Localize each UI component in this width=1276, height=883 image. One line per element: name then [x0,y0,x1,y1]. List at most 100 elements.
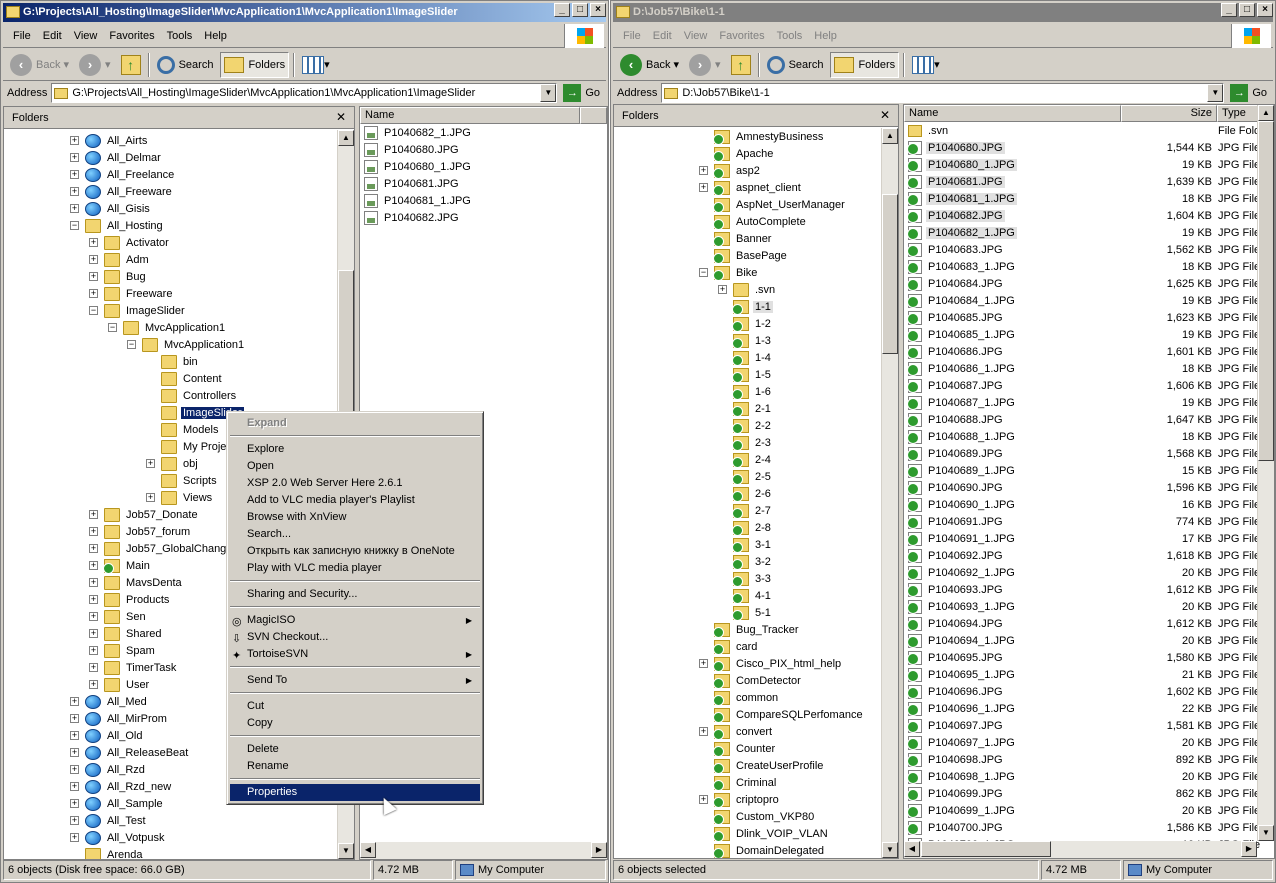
expand-icon[interactable]: + [70,136,79,145]
menu-item-svn-checkout[interactable]: ⇩ SVN Checkout... [230,629,480,646]
menu-item-search[interactable]: Search... [230,526,480,543]
tree-item[interactable]: + Activator [4,234,337,251]
hscroll-thumb[interactable] [921,841,1051,857]
back-button[interactable]: ‹ Back ▾ [617,52,682,78]
tree-item[interactable]: DomainDelegated [614,842,881,858]
expand-icon[interactable]: + [70,833,79,842]
list-item[interactable]: .svn File Folder [904,122,1270,139]
menu-edit[interactable]: Edit [647,30,678,42]
tree-item[interactable]: + All_Freeware [4,183,337,200]
expand-icon[interactable]: + [89,663,98,672]
expand-icon[interactable]: + [89,289,98,298]
horizontal-scrollbar[interactable]: ◀ ▶ [360,842,607,859]
list-item[interactable]: P1040686.JPG 1,601 KB JPG File [904,343,1260,360]
folders-button[interactable]: Folders [830,51,900,78]
tree-item[interactable]: 1-1 [614,298,881,315]
scroll-up-button[interactable]: ▲ [338,130,354,146]
menu-item-copy[interactable]: Copy [230,715,480,732]
menu-item-sharing-and-security[interactable]: Sharing and Security... [230,586,480,603]
expand-icon[interactable]: + [89,272,98,281]
up-button[interactable]: ↑ [118,52,144,78]
tree-item[interactable]: 2-1 [614,400,881,417]
tree-item[interactable]: + All_Airts [4,132,337,149]
list-item[interactable]: P1040691_1.JPG 17 KB JPG File [904,530,1260,547]
tree-item[interactable]: + All_Delmar [4,149,337,166]
scroll-right-button[interactable]: ▶ [591,842,607,858]
scroll-up-button[interactable]: ▲ [1258,105,1274,121]
list-item[interactable]: P1040684.JPG 1,625 KB JPG File [904,275,1260,292]
tree-item[interactable]: − MvcApplication1 [4,319,337,336]
list-item[interactable]: P1040683_1.JPG 18 KB JPG File [904,258,1260,275]
list-item[interactable]: P1040693.JPG 1,612 KB JPG File [904,581,1260,598]
tree-item[interactable]: + aspnet_client [614,179,881,196]
scroll-thumb[interactable] [882,194,898,354]
list-item[interactable]: P1040685.JPG 1,623 KB JPG File [904,309,1260,326]
menu-item-properties[interactable]: Properties [230,784,480,801]
tree-item[interactable]: + Adm [4,251,337,268]
expand-icon[interactable]: + [70,782,79,791]
list-item[interactable]: P1040682.JPG 1,604 KB JPG File [904,207,1260,224]
tree-item[interactable]: 1-6 [614,383,881,400]
tree-item[interactable]: − Bike [614,264,881,281]
tree-item[interactable]: 4-1 [614,587,881,604]
list-item[interactable]: P1040688_1.JPG 18 KB JPG File [904,428,1260,445]
tree-item[interactable]: 3-3 [614,570,881,587]
title-bar[interactable]: G:\Projects\All_Hosting\ImageSlider\MvcA… [3,3,606,22]
tree-item[interactable]: 5-1 [614,604,881,621]
tree-item[interactable]: Banner [614,230,881,247]
horizontal-scrollbar[interactable]: ◀ ▶ [904,841,1257,858]
tree-item[interactable]: Counter [614,740,881,757]
menu-item-tortoisesvn[interactable]: ✦ TortoiseSVN ▶ [230,646,480,663]
tree-item[interactable]: 3-1 [614,536,881,553]
close-button[interactable]: × [590,3,606,17]
list-item[interactable]: P1040685_1.JPG 19 KB JPG File [904,326,1260,343]
expand-icon[interactable]: + [70,714,79,723]
collapse-icon[interactable]: − [699,268,708,277]
list-item[interactable]: P1040698_1.JPG 20 KB JPG File [904,768,1260,785]
menu-favorites[interactable]: Favorites [103,30,160,42]
expand-icon[interactable]: + [699,659,708,668]
expand-icon[interactable]: + [699,727,708,736]
expand-icon[interactable]: + [89,255,98,264]
tree-item[interactable]: 2-8 [614,519,881,536]
expand-icon[interactable]: + [70,731,79,740]
menu-item-send-to[interactable]: Send To ▶ [230,672,480,689]
expand-icon[interactable]: + [89,612,98,621]
list-item[interactable]: P1040682_1.JPG [360,124,473,141]
minimize-button[interactable]: _ [1221,3,1237,17]
list-item[interactable]: P1040698.JPG 892 KB JPG File [904,751,1260,768]
views-button[interactable]: ▾ [909,52,943,78]
list-item[interactable]: P1040694_1.JPG 20 KB JPG File [904,632,1260,649]
tree-item[interactable]: 2-2 [614,417,881,434]
expand-icon[interactable]: + [146,459,155,468]
expand-icon[interactable]: + [70,748,79,757]
tree-item[interactable]: 2-5 [614,468,881,485]
expand-icon[interactable]: + [699,166,708,175]
tree-item[interactable]: 1-2 [614,315,881,332]
tree-item[interactable]: common [614,689,881,706]
list-item[interactable]: P1040689.JPG 1,568 KB JPG File [904,445,1260,462]
tree-item[interactable]: Dlink_VOIP_VLAN [614,825,881,842]
expand-icon[interactable]: + [89,561,98,570]
scroll-right-button[interactable]: ▶ [1241,841,1257,857]
expand-icon[interactable]: + [70,697,79,706]
tree-item[interactable]: 2-6 [614,485,881,502]
list-item[interactable]: P1040692_1.JPG 20 KB JPG File [904,564,1260,581]
expand-icon[interactable]: + [70,799,79,808]
tree-item[interactable]: 2-7 [614,502,881,519]
scroll-thumb[interactable] [1258,121,1274,461]
menu-view[interactable]: View [68,30,104,42]
vertical-scrollbar[interactable]: ▲ ▼ [881,128,898,858]
vertical-scrollbar[interactable]: ▲ ▼ [1257,105,1274,841]
list-item[interactable]: P1040686_1.JPG 18 KB JPG File [904,360,1260,377]
address-dropdown[interactable]: ▼ [1207,84,1224,102]
tree-item[interactable]: 3-2 [614,553,881,570]
list-item[interactable]: P1040688.JPG 1,647 KB JPG File [904,411,1260,428]
close-button[interactable]: × [1257,3,1273,17]
tree-item[interactable]: − ImageSlider [4,302,337,319]
list-item[interactable]: P1040689_1.JPG 15 KB JPG File [904,462,1260,479]
tree-item[interactable]: + Freeware [4,285,337,302]
expand-icon[interactable]: + [70,816,79,825]
title-bar[interactable]: D:\Job57\Bike\1-1 [613,3,1273,22]
tree-item[interactable]: card [614,638,881,655]
